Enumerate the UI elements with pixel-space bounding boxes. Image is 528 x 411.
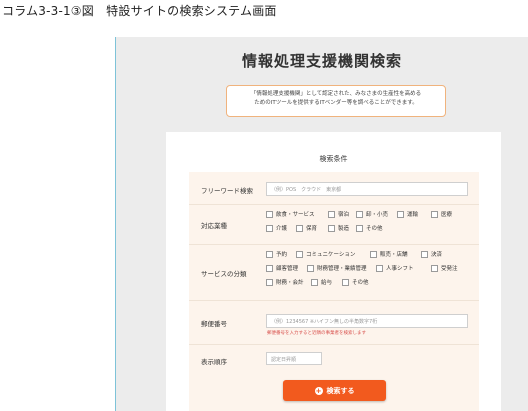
checkbox[interactable] xyxy=(397,210,404,218)
postal-label: 郵便番号 xyxy=(201,320,227,328)
postal-note: 郵便番号を入力すると近隣の事業者を検索します xyxy=(267,331,366,336)
intro-text-line2: ためのITツールを提供するITベンダー等を調べることができます。 xyxy=(254,100,418,106)
service-option[interactable]: 人事シフト xyxy=(376,264,414,272)
freeword-input[interactable]: （例）POS クラウド 東京都 xyxy=(266,182,468,196)
service-option[interactable]: 受発注 xyxy=(431,264,458,272)
checkbox[interactable] xyxy=(421,250,428,258)
checkbox[interactable] xyxy=(328,224,335,232)
checkbox[interactable] xyxy=(356,224,363,232)
checkbox[interactable] xyxy=(376,264,383,272)
service-option[interactable]: コミュニケーション xyxy=(296,250,355,258)
search-form: フリーワード検索 （例）POS クラウド 東京都 対応業種 飲食・サービス 宿泊… xyxy=(189,172,479,411)
checkbox[interactable] xyxy=(431,264,438,272)
checkbox[interactable] xyxy=(328,210,335,218)
intro-box: 「情報処理支援機関」として認定された、みなさまの生産性を高める ためのITツール… xyxy=(226,85,446,117)
order-label: 表示順序 xyxy=(201,358,227,366)
industry-option[interactable]: その他 xyxy=(356,224,383,232)
checkbox[interactable] xyxy=(431,210,438,218)
search-button-label: 検索する xyxy=(326,386,355,395)
order-row: 表示順序 認定日昇順 xyxy=(189,344,479,374)
service-option[interactable]: 決済 xyxy=(421,250,442,258)
checkbox[interactable] xyxy=(266,264,273,272)
checkbox[interactable] xyxy=(296,224,303,232)
figure-caption: コラム3-3-1③図 特設サイトの検索システム画面 xyxy=(2,4,277,18)
industry-option[interactable]: 運輸 xyxy=(397,210,418,218)
browser-viewport: 情報処理支援機関検索 「情報処理支援機関」として認定された、みなさまの生産性を高… xyxy=(115,37,528,411)
industry-option[interactable]: 製造 xyxy=(328,224,349,232)
checkbox[interactable] xyxy=(296,250,303,258)
industry-option[interactable]: 宿泊 xyxy=(328,210,349,218)
checkbox[interactable] xyxy=(356,210,363,218)
industry-option[interactable]: 保育 xyxy=(296,224,317,232)
plus-circle-icon: + xyxy=(314,386,323,395)
postal-row: 郵便番号 （例）1234567 ※ハイフン無しの半角数字7桁 郵便番号を入力する… xyxy=(189,300,479,345)
service-row: サービスの分類 予約 コミュニケーション 販売・店舗 決済 顧客管理 財務管理・… xyxy=(189,244,479,301)
search-panel: 検索条件 フリーワード検索 （例）POS クラウド 東京都 対応業種 飲食・サー… xyxy=(166,132,501,411)
industry-option[interactable]: 卸・小売 xyxy=(356,210,388,218)
industry-row: 対応業種 飲食・サービス 宿泊 卸・小売 運輸 医療 介護 保育 製造 その他 xyxy=(189,204,479,245)
service-option[interactable]: 給与 xyxy=(311,278,332,286)
service-label: サービスの分類 xyxy=(201,270,247,278)
industry-option[interactable]: 飲食・サービス xyxy=(266,210,315,218)
search-conditions-heading: 検索条件 xyxy=(319,155,348,163)
service-option[interactable]: その他 xyxy=(342,278,369,286)
freeword-label: フリーワード検索 xyxy=(201,187,253,195)
page-title: 情報処理支援機関検索 xyxy=(241,52,402,70)
service-option[interactable]: 顧客管理 xyxy=(266,264,298,272)
search-button[interactable]: + 検索する xyxy=(283,380,386,401)
order-select[interactable]: 認定日昇順 xyxy=(266,352,322,365)
checkbox[interactable] xyxy=(370,250,377,258)
checkbox[interactable] xyxy=(266,278,273,286)
service-option[interactable]: 販売・店舗 xyxy=(370,250,408,258)
intro-text-line1: 「情報処理支援機関」として認定された、みなさまの生産性を高める xyxy=(250,91,422,97)
checkbox[interactable] xyxy=(307,264,314,272)
service-option[interactable]: 財務管理・業績管理 xyxy=(307,264,367,272)
checkbox[interactable] xyxy=(342,278,349,286)
checkbox[interactable] xyxy=(266,210,273,218)
checkbox[interactable] xyxy=(266,224,273,232)
checkbox[interactable] xyxy=(311,278,318,286)
industry-label: 対応業種 xyxy=(201,222,227,230)
postal-input[interactable]: （例）1234567 ※ハイフン無しの半角数字7桁 xyxy=(266,314,468,328)
industry-option[interactable]: 医療 xyxy=(431,210,452,218)
service-option[interactable]: 財務・会計 xyxy=(266,278,304,286)
service-option[interactable]: 予約 xyxy=(266,250,287,258)
checkbox[interactable] xyxy=(266,250,273,258)
freeword-row: フリーワード検索 （例）POS クラウド 東京都 xyxy=(189,172,479,205)
industry-option[interactable]: 介護 xyxy=(266,224,287,232)
